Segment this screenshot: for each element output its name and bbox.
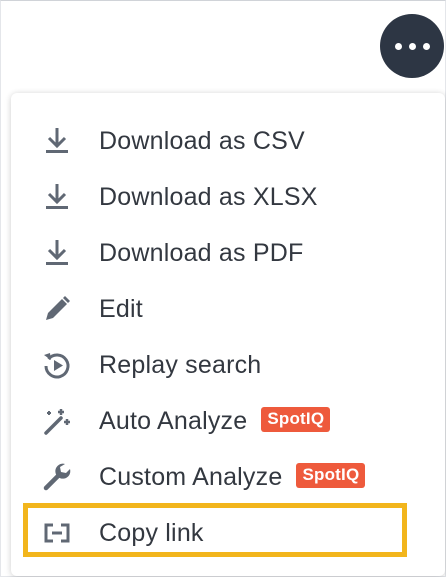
spotiq-badge: SpotIQ	[296, 463, 366, 489]
link-icon	[41, 517, 73, 549]
menu-item-download-xlsx[interactable]: Download as XLSX	[11, 169, 445, 225]
more-options-button[interactable]	[380, 14, 444, 78]
wrench-icon	[41, 461, 73, 493]
replay-icon	[41, 349, 73, 381]
menu-item-label: Download as CSV	[99, 126, 305, 155]
menu-item-custom-analyze[interactable]: Custom Analyze SpotIQ	[11, 449, 445, 505]
download-icon	[41, 181, 73, 213]
magic-wand-icon	[41, 405, 73, 437]
more-horizontal-icon	[394, 42, 430, 50]
menu-item-label: Replay search	[99, 350, 262, 379]
pencil-icon	[41, 293, 73, 325]
spotiq-badge: SpotIQ	[261, 407, 331, 433]
download-icon	[41, 125, 73, 157]
menu-item-replay-search[interactable]: Replay search	[11, 337, 445, 393]
menu-item-copy-link[interactable]: Copy link	[11, 505, 445, 561]
chart-card: Download as CSV Download as XLSX Downloa…	[0, 0, 446, 577]
menu-item-label: Custom Analyze SpotIQ	[99, 463, 366, 492]
menu-item-auto-analyze[interactable]: Auto Analyze SpotIQ	[11, 393, 445, 449]
download-icon	[41, 237, 73, 269]
menu-item-edit[interactable]: Edit	[11, 281, 445, 337]
menu-item-label: Download as PDF	[99, 238, 304, 267]
menu-item-label: Download as XLSX	[99, 182, 318, 211]
menu-item-download-csv[interactable]: Download as CSV	[11, 113, 445, 169]
menu-item-download-pdf[interactable]: Download as PDF	[11, 225, 445, 281]
more-options-menu: Download as CSV Download as XLSX Downloa…	[11, 93, 445, 576]
menu-item-label: Copy link	[99, 518, 204, 547]
menu-item-label: Auto Analyze SpotIQ	[99, 407, 331, 436]
menu-item-label: Edit	[99, 294, 143, 323]
